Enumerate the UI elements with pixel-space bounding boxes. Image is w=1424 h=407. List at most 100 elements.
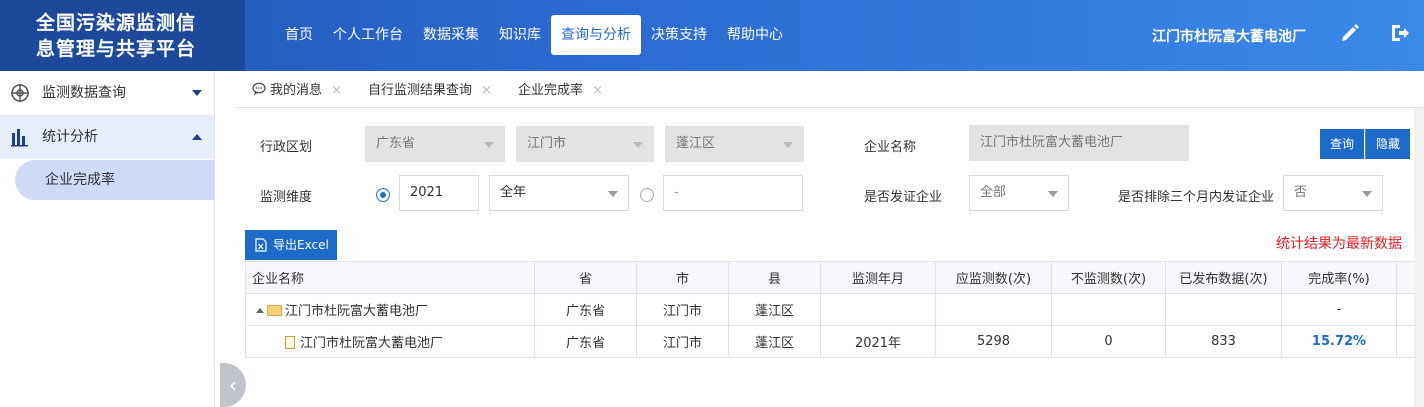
export-excel-button[interactable]: 导出Excel	[245, 230, 337, 260]
vertical-scrollbar[interactable]	[1414, 108, 1424, 407]
chevron-down-icon	[783, 142, 793, 148]
month-cell	[820, 293, 936, 326]
province-cell: 广东省	[534, 325, 637, 358]
city-cell: 江门市	[636, 293, 729, 326]
table-header-row: 企业名称 省 市 县 监测年月 应监测数(次) 不监测数(次) 已发布数据(次)…	[245, 261, 1422, 294]
current-company[interactable]: 江门市杜阮富大蓄电池厂	[1152, 26, 1306, 46]
exclude-label: 是否排除三个月内发证企业	[1118, 190, 1275, 205]
chevron-down-icon	[608, 191, 618, 197]
pencil-icon[interactable]	[1339, 22, 1361, 44]
period-select[interactable]: 全年	[489, 175, 629, 211]
column-header[interactable]: 企业名称	[245, 261, 535, 294]
chevron-down-icon	[1362, 191, 1372, 197]
close-icon[interactable]: ×	[592, 76, 603, 106]
tab-label: 企业完成率	[518, 83, 584, 98]
table-row[interactable]: 江门市杜阮富大蓄电池厂 广东省 江门市 蓬江区 -	[245, 293, 1422, 326]
document-icon	[285, 336, 295, 349]
column-header[interactable]: 监测年月	[820, 261, 936, 294]
exclude-value: 否	[1294, 185, 1308, 200]
nav-home[interactable]: 首页	[275, 15, 323, 55]
dimension-range-radio[interactable]	[640, 188, 654, 202]
target-icon	[11, 84, 29, 102]
sidebar-item-statistics[interactable]: 统计分析	[0, 115, 214, 159]
rate-cell: -	[1281, 293, 1397, 326]
platform-title-line2: 息管理与共享平台	[36, 38, 197, 60]
dimension-year-radio[interactable]	[376, 188, 390, 202]
column-header[interactable]: 市	[636, 261, 729, 294]
county-select[interactable]: 蓬江区	[665, 126, 804, 162]
cert-value: 全部	[980, 185, 1007, 200]
range-input[interactable]: -	[663, 175, 803, 211]
month-cell: 2021年	[820, 325, 936, 358]
sidebar-item-label: 监测数据查询	[42, 85, 126, 101]
excel-file-icon	[255, 238, 267, 252]
year-value: 2021	[410, 185, 444, 200]
city-cell: 江门市	[636, 325, 729, 358]
sidebar-item-label: 统计分析	[42, 129, 98, 145]
city-value: 江门市	[527, 136, 567, 151]
city-select[interactable]: 江门市	[516, 126, 654, 162]
company-name: 江门市杜阮富大蓄电池厂	[285, 304, 429, 319]
column-header[interactable]: 不监测数(次)	[1051, 261, 1166, 294]
tab-self-monitoring-query[interactable]: 自行监测结果查询 ×	[352, 76, 502, 107]
tab-label: 我的消息	[270, 83, 323, 98]
close-icon[interactable]: ×	[481, 76, 492, 106]
tab-my-messages[interactable]: 我的消息 ×	[236, 76, 352, 107]
published-cell	[1165, 293, 1282, 326]
tab-completion-rate[interactable]: 企业完成率 ×	[502, 76, 613, 107]
expected-cell: 5298	[935, 325, 1052, 358]
main-nav: 首页 个人工作台 数据采集 知识库 查询与分析 决策支持 帮助中心	[275, 15, 793, 55]
sidebar-collapse-handle[interactable]: ‹	[220, 363, 246, 407]
close-icon[interactable]: ×	[331, 76, 342, 106]
message-icon	[252, 82, 266, 95]
chevron-down-icon	[484, 142, 494, 148]
company-cell[interactable]: 江门市杜阮富大蓄电池厂	[245, 293, 535, 326]
completion-rate-table: 企业名称 省 市 县 监测年月 应监测数(次) 不监测数(次) 已发布数据(次)…	[245, 261, 1422, 358]
published-cell: 833	[1165, 325, 1282, 358]
nav-decision-support[interactable]: 决策支持	[641, 15, 717, 55]
exclude-select[interactable]: 否	[1283, 175, 1383, 211]
hide-button[interactable]: 隐藏	[1365, 129, 1410, 159]
column-header[interactable]: 应监测数(次)	[935, 261, 1052, 294]
county-value: 蓬江区	[676, 136, 716, 151]
sidebar-item-monitoring-query[interactable]: 监测数据查询	[0, 71, 214, 115]
expected-cell	[935, 293, 1052, 326]
column-header[interactable]: 已发布数据(次)	[1165, 261, 1282, 294]
company-name-field[interactable]: 江门市杜阮富大蓄电池厂	[969, 125, 1189, 161]
dimension-label: 监测维度	[260, 190, 313, 205]
nav-help-center[interactable]: 帮助中心	[717, 15, 793, 55]
chevron-up-icon	[192, 134, 202, 140]
chevron-down-icon	[192, 90, 202, 96]
company-name-label: 企业名称	[864, 140, 917, 155]
nav-data-collection[interactable]: 数据采集	[413, 15, 489, 55]
column-header[interactable]: 完成率(%)	[1281, 261, 1397, 294]
province-select[interactable]: 广东省	[365, 126, 505, 162]
county-cell: 蓬江区	[728, 293, 821, 326]
nav-knowledge-base[interactable]: 知识库	[489, 15, 551, 55]
province-value: 广东省	[376, 136, 416, 151]
folder-icon	[267, 305, 282, 316]
platform-logo[interactable]: 全国污染源监测信 息管理与共享平台	[0, 0, 245, 71]
column-header[interactable]: 县	[728, 261, 821, 294]
range-placeholder: -	[674, 185, 679, 200]
year-input[interactable]: 2021	[399, 175, 479, 211]
chevron-down-icon	[633, 142, 643, 148]
nav-query-analysis[interactable]: 查询与分析	[551, 15, 641, 55]
query-button[interactable]: 查询	[1320, 129, 1364, 159]
cert-select[interactable]: 全部	[969, 175, 1069, 211]
company-cell[interactable]: 江门市杜阮富大蓄电池厂	[245, 325, 535, 358]
province-cell: 广东省	[534, 293, 637, 326]
sidebar-subitem-completion-rate[interactable]: 企业完成率	[15, 160, 215, 200]
not-monitored-cell	[1051, 293, 1166, 326]
tab-label: 自行监测结果查询	[368, 83, 473, 98]
county-cell: 蓬江区	[728, 325, 821, 358]
column-header[interactable]: 省	[534, 261, 637, 294]
table-row[interactable]: 江门市杜阮富大蓄电池厂 广东省 江门市 蓬江区 2021年 5298 0 833…	[245, 325, 1422, 358]
nav-workbench[interactable]: 个人工作台	[323, 15, 413, 55]
bar-chart-icon	[11, 129, 28, 147]
rate-cell: 15.72%	[1281, 325, 1397, 358]
cert-label: 是否发证企业	[864, 190, 943, 205]
tree-expand-icon[interactable]	[256, 308, 264, 313]
chevron-down-icon	[1048, 191, 1058, 197]
logout-icon[interactable]	[1389, 22, 1411, 44]
